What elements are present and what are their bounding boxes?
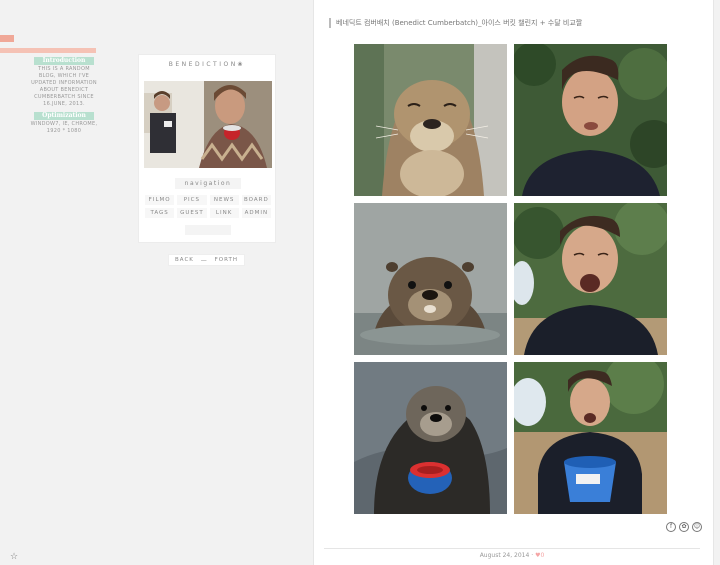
- post-title[interactable]: 베네딕트 컴버배치 (Benedict Cumberbatch)_아이스 버킷 …: [329, 18, 582, 28]
- otter-image-3: [354, 362, 507, 514]
- navigation-label: navigation: [175, 178, 241, 189]
- otter-image-2: [354, 203, 507, 355]
- benedict-image-3: [514, 362, 667, 514]
- flower-share-icon[interactable]: ✿: [679, 522, 689, 532]
- image-grid: [354, 44, 667, 514]
- otter-image-1: [354, 44, 507, 196]
- nav-item-link[interactable]: LINK: [209, 208, 239, 218]
- post-date: August 24, 2014: [479, 552, 530, 559]
- introduction-text: THIS IS A RANDOM BLOG, WHICH I'VE UPDATE…: [31, 66, 97, 107]
- footer-separator: ·: [531, 552, 534, 559]
- blog-title[interactable]: BENEDICTION❀: [139, 61, 275, 71]
- nav-item-guest[interactable]: GUEST: [177, 208, 207, 218]
- nav-item-pics[interactable]: PICS: [177, 195, 207, 205]
- nav-item-filmo[interactable]: FILMO: [145, 195, 175, 205]
- nav-item-board[interactable]: BOARD: [241, 195, 271, 205]
- ribbon-decoration: [0, 35, 14, 42]
- post-footer: August 24, 2014 · ♥0: [324, 548, 700, 559]
- introduction-label: Introduction: [34, 57, 94, 65]
- blank-field: [185, 225, 231, 235]
- pager-separator: —: [200, 256, 208, 264]
- benedict-image-1: [514, 44, 667, 196]
- sidebar-intro: Introduction THIS IS A RANDOM BLOG, WHIC…: [30, 57, 98, 139]
- nav-item-admin[interactable]: ADMIN: [241, 208, 271, 218]
- optimization-label: Optimization: [34, 112, 94, 120]
- like-count: 0: [540, 552, 545, 559]
- pager: BACK — FORTH: [168, 254, 245, 266]
- forth-link[interactable]: FORTH: [215, 257, 238, 263]
- smiley-share-icon[interactable]: ☺: [692, 522, 702, 532]
- star-icon[interactable]: ☆: [10, 552, 18, 562]
- share-buttons: f ✿ ☺: [666, 522, 702, 532]
- profile-picture: [144, 81, 272, 168]
- ribbon-line: [0, 48, 96, 53]
- profile-widget: BENEDICTION❀ navigation FILMO PICS NEWS …: [138, 54, 276, 243]
- nav-menu: FILMO PICS NEWS BOARD TAGS GUEST LINK AD…: [145, 195, 271, 218]
- optimization-text: WINDOW7, IE, CHROME, 1920 * 1080: [30, 121, 98, 134]
- back-link[interactable]: BACK: [175, 257, 194, 263]
- post-content: 베네딕트 컴버배치 (Benedict Cumberbatch)_아이스 버킷 …: [313, 0, 714, 565]
- facebook-icon[interactable]: f: [666, 522, 676, 532]
- benedict-image-2: [514, 203, 667, 355]
- nav-item-tags[interactable]: TAGS: [145, 208, 175, 218]
- nav-item-news[interactable]: NEWS: [209, 195, 239, 205]
